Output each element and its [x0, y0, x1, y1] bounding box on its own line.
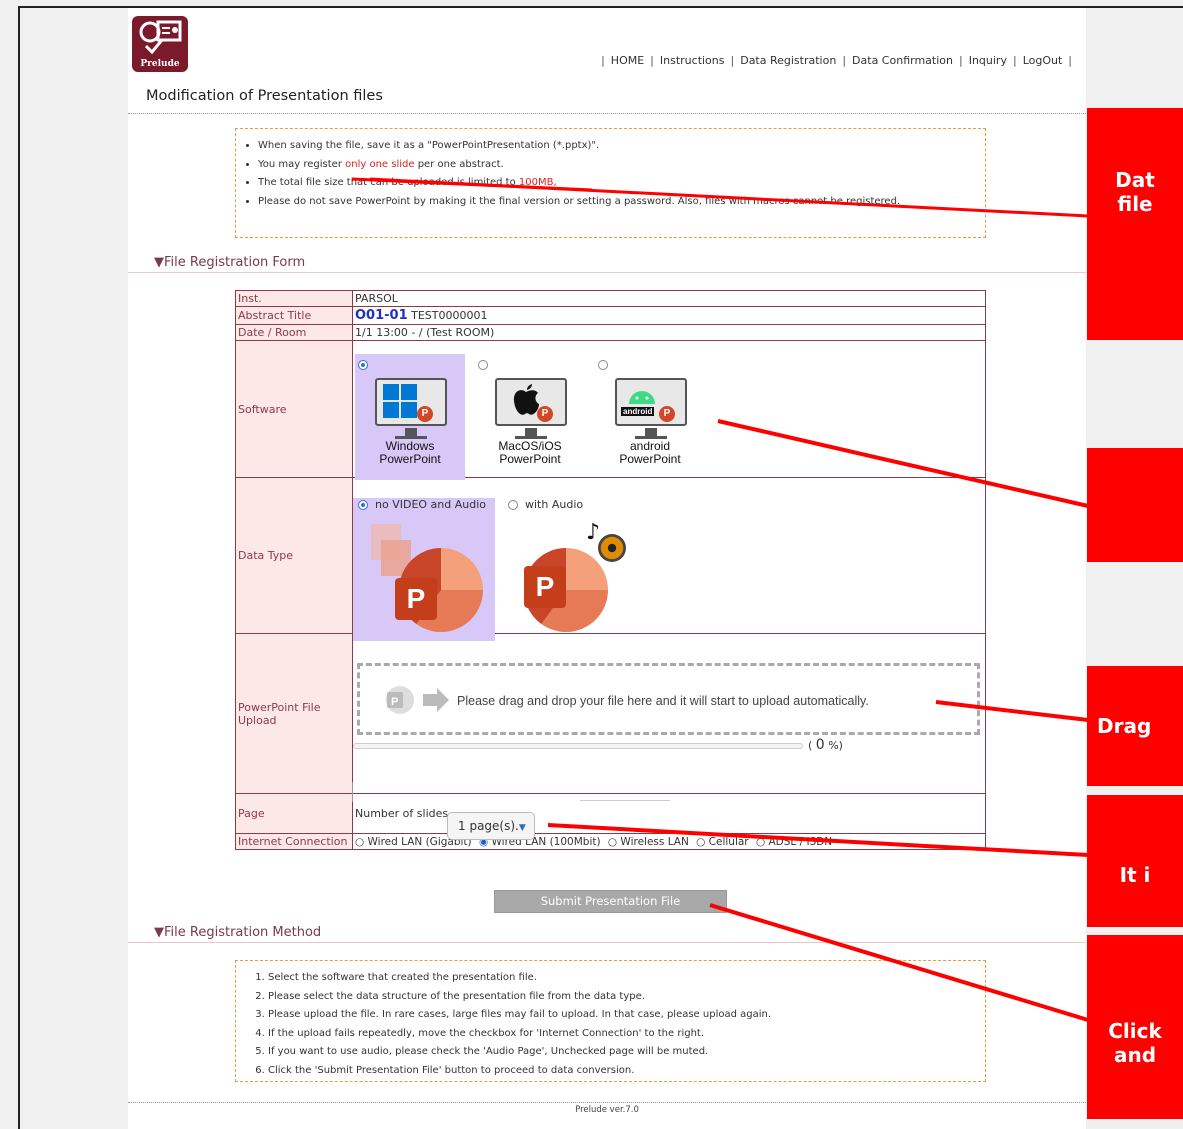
notice-box: When saving the file, save it as a "Powe… — [235, 128, 986, 238]
method-step: Please upload the file. In rare cases, l… — [268, 1008, 985, 1021]
svg-text:P: P — [391, 696, 398, 708]
software-label: Software — [235, 340, 353, 478]
nav-data-registration[interactable]: Data Registration — [740, 54, 836, 67]
logo-icon — [139, 20, 182, 55]
software-label-mac: MacOS/iOS PowerPoint — [498, 439, 562, 466]
abstract-value: O01-01 TEST0000001 — [352, 306, 986, 325]
footer-divider — [128, 1102, 1086, 1103]
upload-cursor — [352, 782, 353, 802]
upload-label: PowerPoint File Upload — [235, 633, 353, 794]
powerpoint-badge-icon: P — [417, 406, 433, 422]
windows-monitor-icon: P — [375, 378, 447, 426]
upload-progress-text: ( 0 %) — [808, 737, 843, 753]
method-step: Please select the data structure of the … — [268, 990, 985, 1003]
footer-version: Prelude ver.7.0 — [575, 1105, 639, 1115]
annotation-callout: It i — [1087, 795, 1183, 927]
method-step: If the upload fails repeatedly, move the… — [268, 1027, 985, 1040]
android-logo-icon — [629, 391, 655, 404]
software-label-windows: Windows PowerPoint — [379, 439, 441, 466]
nav-instructions[interactable]: Instructions — [660, 54, 725, 67]
datatype-radio-no-video[interactable] — [358, 500, 368, 510]
prelude-logo[interactable]: Prelude — [132, 16, 188, 72]
datatype-option-with-audio[interactable]: with Audio ♪ P — [498, 498, 640, 641]
internet-option-adsl[interactable]: ○ ADSL / ISDN — [756, 836, 832, 848]
datatype-option-no-video[interactable]: no VIDEO and Audio P — [353, 498, 495, 641]
software-option-android[interactable]: android P android PowerPoint — [595, 354, 705, 480]
method-step: If you want to use audio, please check t… — [268, 1045, 985, 1058]
software-radio-android[interactable] — [598, 360, 608, 370]
method-step: Select the software that created the pre… — [268, 971, 985, 984]
section-divider — [128, 942, 1086, 943]
submit-presentation-button[interactable]: Submit Presentation File — [494, 890, 727, 913]
upload-progress-bar — [353, 743, 803, 749]
nav-data-confirmation[interactable]: Data Confirmation — [852, 54, 953, 67]
section-divider — [128, 272, 1086, 273]
notice-item: You may register only one slide per one … — [258, 158, 985, 171]
method-step: Click the 'Submit Presentation File' but… — [268, 1064, 985, 1077]
mac-monitor-icon: P — [495, 378, 567, 426]
date-label: Date / Room — [235, 324, 353, 341]
file-drop-zone[interactable]: P Please drag and drop your file here an… — [357, 663, 980, 735]
software-radio-windows[interactable] — [358, 360, 368, 370]
title-divider — [128, 113, 1086, 114]
page-title: Modification of Presentation files — [146, 88, 383, 104]
page-label: Page — [235, 793, 353, 834]
slides-count-select[interactable]: 1 page(s).▼ — [447, 812, 535, 840]
date-value: 1/1 13:00 - / (Test ROOM) — [352, 324, 986, 341]
powerpoint-p-icon: P — [395, 578, 437, 620]
software-label-android: android PowerPoint — [619, 439, 681, 466]
nav-logout[interactable]: LogOut — [1023, 54, 1063, 67]
powerpoint-p-icon: P — [524, 566, 566, 608]
powerpoint-badge-icon: P — [537, 406, 553, 422]
software-option-windows[interactable]: P Windows PowerPoint — [355, 354, 465, 480]
annotation-callout: Drag — [1087, 666, 1183, 786]
windows-logo-icon — [383, 384, 417, 418]
annotation-callout — [1087, 448, 1183, 562]
nav-home[interactable]: HOME — [611, 54, 644, 67]
notice-highlight: 100MB, — [518, 177, 557, 188]
music-note-icon: ♪ — [586, 520, 601, 545]
datatype-label-no-video: no VIDEO and Audio — [375, 498, 486, 511]
internet-option-wireless[interactable]: ○ Wireless LAN — [608, 836, 689, 848]
datatype-radio-with-audio[interactable] — [508, 500, 518, 510]
inst-value: PARSOL — [352, 290, 986, 307]
abstract-title: TEST0000001 — [411, 309, 488, 322]
annotation-callout: Click and — [1087, 935, 1183, 1119]
notice-item: Please do not save PowerPoint by making … — [258, 195, 985, 208]
internet-label: Internet Connection — [235, 833, 353, 850]
dropdown-caret-icon: ▼ — [518, 823, 526, 833]
method-section-heading: ▼File Registration Method — [154, 925, 322, 940]
top-navigation: | HOME | Instructions | Data Registration |… — [601, 54, 1072, 67]
upload-arrow-icon: P — [386, 686, 449, 714]
notice-highlight: only one slide — [345, 158, 415, 170]
software-option-mac[interactable]: P MacOS/iOS PowerPoint — [475, 354, 585, 480]
method-box: Select the software that created the pre… — [235, 960, 986, 1082]
datatype-label-with-audio: with Audio — [525, 498, 584, 511]
form-section-heading: ▼File Registration Form — [154, 255, 306, 270]
software-radio-mac[interactable] — [478, 360, 488, 370]
drop-zone-hint: Please drag and drop your file here and … — [457, 694, 869, 708]
nav-inquiry[interactable]: Inquiry — [969, 54, 1007, 67]
powerpoint-badge-icon: P — [659, 406, 675, 422]
android-badge: android — [621, 407, 655, 416]
abstract-code: O01-01 — [355, 308, 408, 323]
inst-label: Inst. — [235, 290, 353, 307]
notice-item: When saving the file, save it as a "Powe… — [258, 139, 985, 152]
slides-label: Number of slides — [355, 807, 449, 820]
internet-option-cellular[interactable]: ○ Cellular — [696, 836, 748, 848]
android-monitor-icon: android P — [615, 378, 687, 426]
annotation-callout: Dat file — [1087, 108, 1183, 340]
abstract-label: Abstract Title — [235, 306, 353, 325]
speaker-icon — [598, 534, 626, 562]
logo-text: Prelude — [140, 59, 180, 69]
datatype-label: Data Type — [235, 477, 353, 634]
notice-item: The total file size that can be uploaded… — [258, 176, 985, 189]
